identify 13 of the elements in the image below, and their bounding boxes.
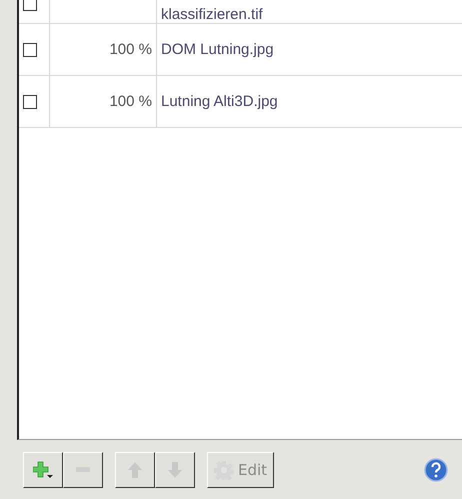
down-arrow-icon xyxy=(168,462,182,478)
file-name: Lutning Alti3D.jpg xyxy=(161,93,278,110)
up-arrow-icon xyxy=(128,462,142,478)
file-name: klassifizieren.tif xyxy=(161,6,263,23)
add-button[interactable] xyxy=(23,452,63,488)
file-name: DOM Lutning.jpg xyxy=(161,41,274,58)
help-icon[interactable] xyxy=(424,458,448,482)
percent-text: 100 % xyxy=(109,41,152,58)
plus-icon xyxy=(33,460,53,478)
checkbox[interactable] xyxy=(23,94,37,108)
percent-text: 100 % xyxy=(109,93,152,110)
checkbox[interactable] xyxy=(23,42,37,56)
checkbox[interactable] xyxy=(23,0,37,10)
